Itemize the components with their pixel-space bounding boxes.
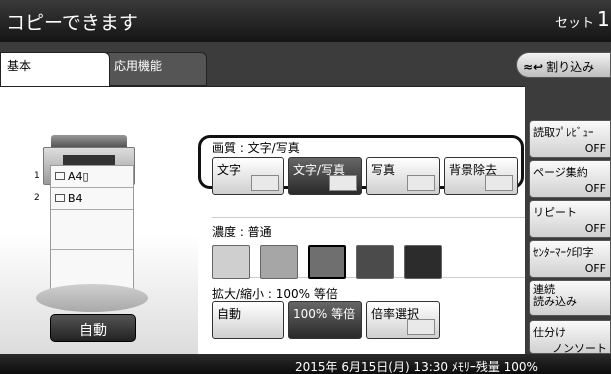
- side-continuous-read[interactable]: 連続 読み込み: [529, 280, 611, 316]
- footer-status: 2015年 6月15日(月) 13:30 ﾒﾓﾘｰ残量 100%: [295, 360, 538, 374]
- auto-paper-button[interactable]: 自動: [50, 314, 136, 342]
- divider: [212, 217, 526, 218]
- zoom-select-icon: [407, 319, 435, 335]
- side-center-mark[interactable]: ｾﾝﾀｰﾏｰｸ印字 OFF: [529, 240, 611, 278]
- paper-tray-panel: A4▯ B4 1 2 自動: [0, 87, 198, 355]
- status-message: コピーできます: [6, 12, 138, 34]
- zoom-auto-button[interactable]: 自動: [212, 301, 284, 339]
- interrupt-button[interactable]: ≈↩ 割り込み: [516, 52, 611, 78]
- quality-photo-button[interactable]: 写真: [366, 157, 440, 195]
- side-page-combine[interactable]: ページ集約 OFF: [529, 160, 611, 198]
- main-panel: A4▯ B4 1 2 自動 画質 : 文字/写真 文字 文字/写真 写真 背景除…: [0, 86, 526, 355]
- density-label: 濃度 : 普通: [212, 225, 272, 239]
- density-level-5[interactable]: [404, 245, 442, 279]
- background-remove-icon: [485, 175, 513, 191]
- set-label: セット: [555, 16, 595, 31]
- quality-label: 画質 : 文字/写真: [212, 141, 300, 155]
- zoom-select-button[interactable]: 倍率選択: [366, 301, 440, 339]
- paper-icon: [55, 194, 65, 202]
- density-level-3[interactable]: [308, 245, 346, 279]
- tray-item-2[interactable]: B4: [51, 188, 133, 210]
- set-count: 1: [597, 7, 610, 31]
- zoom-label: 拡大/縮小 : 100% 等倍: [212, 287, 338, 301]
- interrupt-icon: ≈↩: [523, 60, 544, 74]
- text-icon: [251, 175, 279, 191]
- tray-item-empty: [51, 210, 133, 250]
- tray-list: A4▯ B4: [50, 165, 134, 299]
- photo-icon: [407, 175, 435, 191]
- density-level-4[interactable]: [356, 245, 394, 279]
- paper-icon: [55, 172, 65, 180]
- status-bar: コピーできます セット 1: [0, 0, 611, 42]
- copier-base: [36, 284, 148, 312]
- quality-text-photo-button[interactable]: 文字/写真: [288, 157, 362, 195]
- interrupt-label: 割り込み: [546, 60, 595, 74]
- quality-bg-remove-button[interactable]: 背景除去: [444, 157, 518, 195]
- density-level-1[interactable]: [212, 245, 250, 279]
- zoom-100-button[interactable]: 100% 等倍: [288, 301, 362, 339]
- tray-number-1: 1: [34, 171, 40, 181]
- density-level-2[interactable]: [260, 245, 298, 279]
- quality-text-button[interactable]: 文字: [212, 157, 284, 195]
- tab-advanced[interactable]: 応用機能: [107, 52, 207, 86]
- side-sort[interactable]: 仕分け ノンソート: [529, 320, 611, 355]
- text-photo-icon: [329, 175, 357, 191]
- tray-number-2: 2: [34, 193, 40, 203]
- side-repeat[interactable]: リピート OFF: [529, 200, 611, 238]
- side-read-preview[interactable]: 読取ﾌﾟﾚﾋﾞｭｰ OFF: [529, 120, 611, 158]
- tray-item-1[interactable]: A4▯: [51, 166, 133, 188]
